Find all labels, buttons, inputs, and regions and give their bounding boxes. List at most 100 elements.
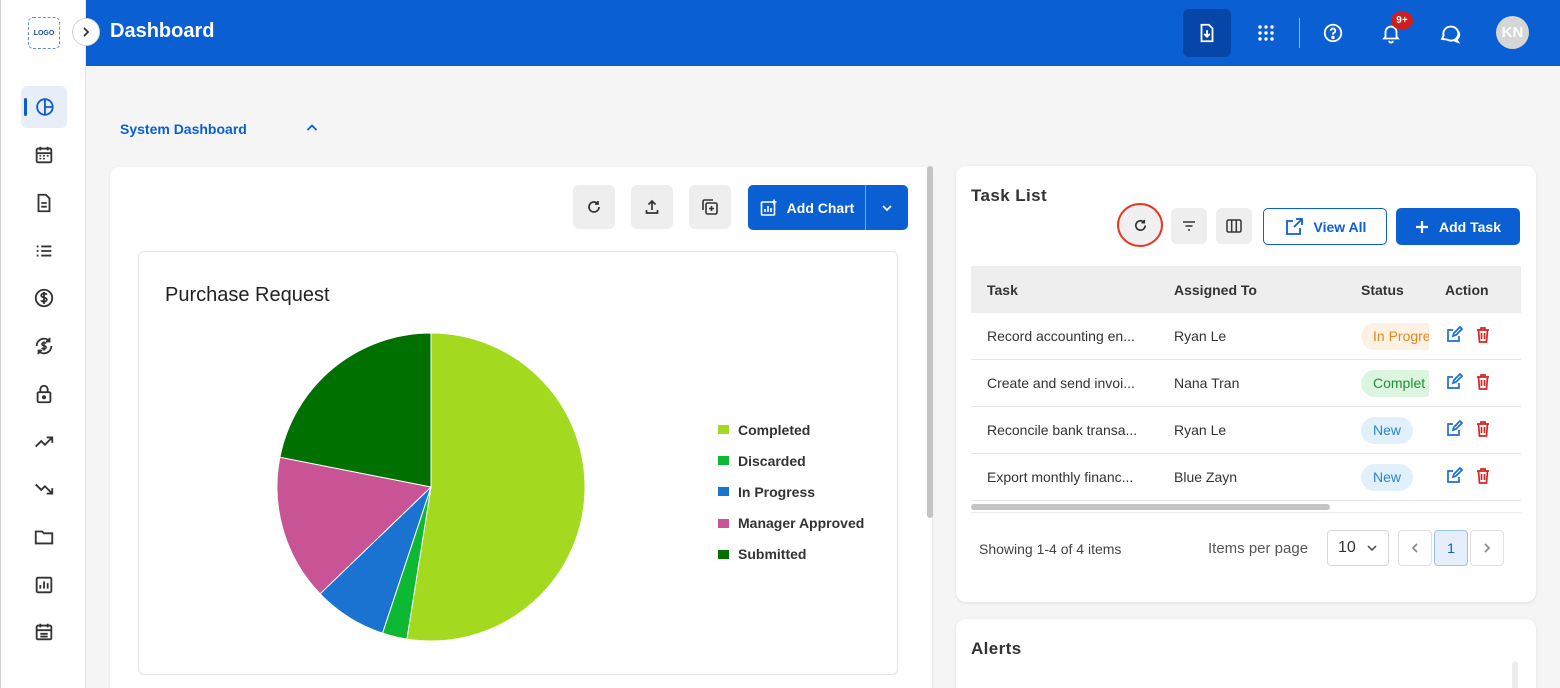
sidebar: LOGO xyxy=(0,0,86,688)
legend-item[interactable]: Completed xyxy=(718,414,864,445)
header-divider xyxy=(1299,18,1300,48)
delete-button[interactable] xyxy=(1475,326,1491,347)
sidebar-item-dashboard[interactable] xyxy=(21,86,67,128)
main-scrollbar[interactable] xyxy=(927,166,933,518)
items-per-page-value: 10 xyxy=(1338,539,1356,556)
sidebar-item-security[interactable] xyxy=(21,373,67,415)
assigned-to-cell: Nana Tran xyxy=(1174,375,1240,391)
legend-item[interactable]: In Progress xyxy=(718,476,864,507)
alerts-panel: Alerts xyxy=(956,619,1536,688)
task-name-cell: Export monthly financ... xyxy=(987,469,1134,485)
add-task-label: Add Task xyxy=(1439,218,1501,235)
filter-icon xyxy=(1183,221,1195,231)
add-chart-label: Add Chart xyxy=(786,199,855,216)
refresh-chart-button[interactable] xyxy=(573,185,615,229)
add-chart-button-group: Add Chart xyxy=(748,185,908,230)
chart-title: Purchase Request xyxy=(165,284,330,306)
add-chart-button[interactable]: Add Chart xyxy=(748,185,865,230)
legend-label: In Progress xyxy=(738,483,816,500)
filter-button[interactable] xyxy=(1171,208,1207,244)
sidebar-item-expenses[interactable] xyxy=(21,468,67,510)
column-header-task[interactable]: Task xyxy=(971,282,1158,298)
prev-page-button[interactable] xyxy=(1398,530,1432,566)
status-badge: New xyxy=(1361,416,1414,444)
chart-legend: Completed Discarded In Progress Manager App… xyxy=(718,414,864,570)
trash-icon xyxy=(1477,467,1489,484)
status-badge: Complet xyxy=(1361,369,1429,397)
pie-chart xyxy=(276,332,586,642)
apps-button[interactable] xyxy=(1242,9,1290,57)
delete-button[interactable] xyxy=(1475,467,1491,488)
columns-icon xyxy=(1226,219,1242,233)
help-button[interactable] xyxy=(1309,9,1357,57)
trash-icon xyxy=(1477,420,1489,437)
edit-button[interactable] xyxy=(1445,325,1464,347)
download-button[interactable] xyxy=(1183,9,1231,57)
sidebar-item-files[interactable] xyxy=(21,516,67,558)
edit-button[interactable] xyxy=(1445,372,1464,394)
page-button-1[interactable]: 1 xyxy=(1434,530,1468,566)
status-cell: New xyxy=(1345,463,1429,491)
section-collapse-toggle[interactable] xyxy=(305,121,319,140)
task-name-cell: Reconcile bank transa... xyxy=(987,422,1138,438)
add-task-button[interactable]: Add Task xyxy=(1396,208,1520,245)
sidebar-item-finance[interactable] xyxy=(21,277,67,319)
upload-icon xyxy=(645,199,659,214)
task-list-title: Task List xyxy=(971,186,1048,205)
sidebar-item-transactions[interactable] xyxy=(21,325,67,367)
table-row[interactable]: Export monthly financ... Blue Zayn New xyxy=(971,454,1521,501)
sidebar-item-income[interactable] xyxy=(21,421,67,463)
refresh-tasks-button[interactable] xyxy=(1117,203,1163,247)
task-name-cell: Create and send invoi... xyxy=(987,375,1135,391)
section-title[interactable]: System Dashboard xyxy=(120,121,247,137)
sidebar-item-schedule[interactable] xyxy=(21,611,67,653)
pie-slice[interactable] xyxy=(406,332,586,642)
next-page-button[interactable] xyxy=(1470,530,1504,566)
sidebar-item-reports[interactable] xyxy=(21,564,67,606)
help-icon xyxy=(1323,23,1343,43)
refresh-icon xyxy=(588,201,600,213)
notifications-button[interactable]: 9+ xyxy=(1367,9,1415,57)
table-row[interactable]: Create and send invoi... Nana Tran Complet xyxy=(971,360,1521,407)
legend-item[interactable]: Discarded xyxy=(718,445,864,476)
document-icon xyxy=(37,193,51,213)
table-row[interactable]: Reconcile bank transa... Ryan Le New xyxy=(971,407,1521,454)
table-scroll-thumb[interactable] xyxy=(971,504,1330,510)
table-row[interactable]: Record accounting en... Ryan Le In Progre xyxy=(971,313,1521,360)
legend-item[interactable]: Manager Approved xyxy=(718,508,864,539)
columns-button[interactable] xyxy=(1216,208,1252,244)
alerts-scrollbar[interactable] xyxy=(1512,661,1518,688)
table-footer: Showing 1-4 of 4 items Items per page 10… xyxy=(971,512,1521,578)
task-name-cell: Record accounting en... xyxy=(987,328,1135,344)
apps-grid-icon xyxy=(1258,25,1274,41)
chat-button[interactable] xyxy=(1426,9,1474,57)
folder-icon xyxy=(34,530,54,545)
sidebar-item-documents[interactable] xyxy=(21,182,67,224)
add-chart-dropdown-button[interactable] xyxy=(865,185,908,230)
column-header-status[interactable]: Status xyxy=(1345,282,1429,298)
user-avatar[interactable]: KN xyxy=(1496,16,1529,49)
items-per-page-label: Items per page xyxy=(1208,540,1309,557)
delete-button[interactable] xyxy=(1475,420,1491,441)
items-per-page-select[interactable]: 10 xyxy=(1327,530,1389,566)
task-list-panel: Task List View All Add Task Task Assigne… xyxy=(956,166,1536,602)
sidebar-expand-button[interactable] xyxy=(72,18,100,46)
chart-panel: Add Chart Purchase Request Completed Disc… xyxy=(110,167,932,688)
sidebar-item-list[interactable] xyxy=(21,230,67,272)
view-all-button[interactable]: View All xyxy=(1263,208,1387,245)
legend-item[interactable]: Submitted xyxy=(718,539,864,570)
column-header-assigned[interactable]: Assigned To xyxy=(1158,282,1345,298)
edit-button[interactable] xyxy=(1445,466,1464,488)
legend-label: Manager Approved xyxy=(738,515,865,532)
task-table: Task Assigned To Status Action Record ac… xyxy=(971,266,1521,513)
delete-button[interactable] xyxy=(1475,373,1491,394)
legend-swatch xyxy=(718,425,729,435)
notification-badge: 9+ xyxy=(1391,12,1413,29)
action-cell xyxy=(1429,466,1521,488)
dollar-cycle-icon xyxy=(35,337,53,355)
export-chart-button[interactable] xyxy=(631,185,673,229)
edit-button[interactable] xyxy=(1445,419,1464,441)
sidebar-item-calendar[interactable] xyxy=(21,134,67,176)
status-cell: In Progre xyxy=(1345,322,1429,350)
duplicate-chart-button[interactable] xyxy=(689,185,731,229)
